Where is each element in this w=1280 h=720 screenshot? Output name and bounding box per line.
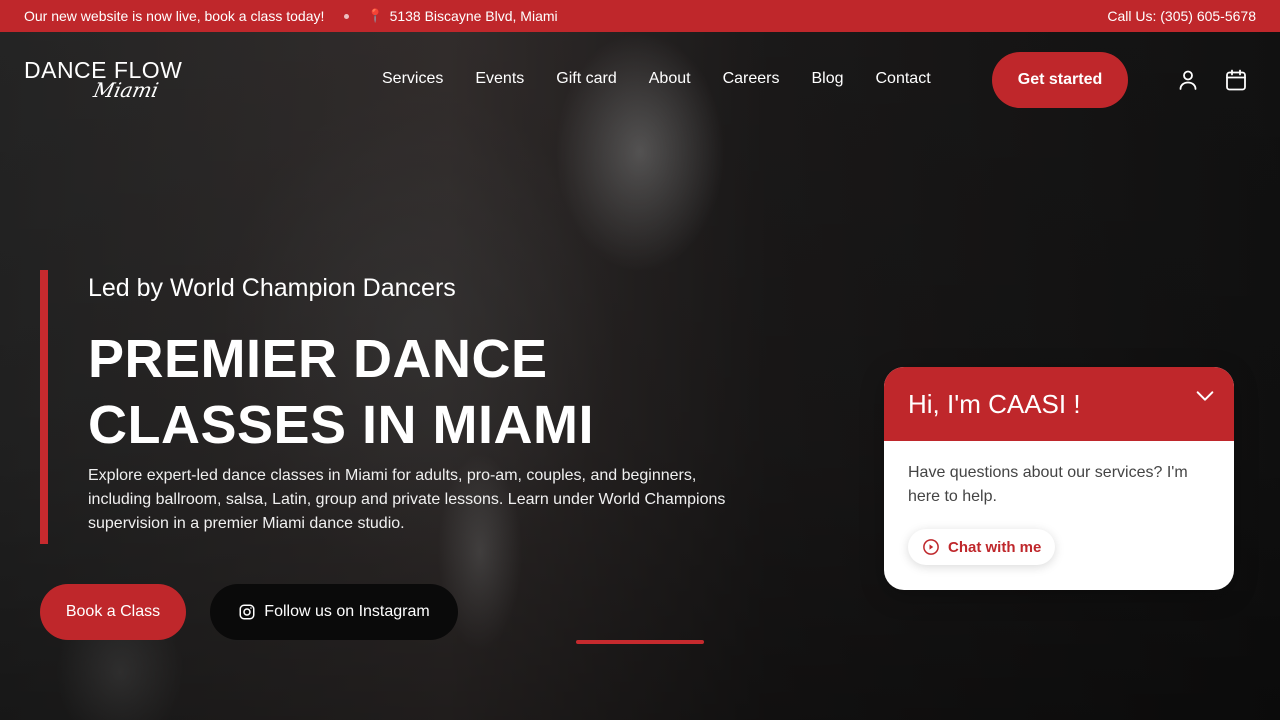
logo[interactable]: DANCE FLOW Miami — [24, 58, 189, 104]
chevron-down-icon[interactable] — [1194, 385, 1216, 407]
chat-with-me-button[interactable]: Chat with me — [908, 529, 1056, 565]
play-circle-icon — [923, 539, 939, 555]
headline-line-2: CLASSES IN MIAMI — [88, 395, 595, 455]
address-text[interactable]: 5138 Biscayne Blvd, Miami — [390, 8, 558, 24]
nav-events[interactable]: Events — [475, 70, 524, 88]
announcement-text: Our new website is now live, book a clas… — [24, 8, 325, 24]
nav-about[interactable]: About — [649, 70, 691, 88]
announcement-bar: Our new website is now live, book a clas… — [0, 0, 1280, 32]
chat-body: Have questions about our services? I'm h… — [884, 441, 1234, 585]
nav-careers[interactable]: Careers — [723, 70, 780, 88]
nav-gift-card[interactable]: Gift card — [556, 70, 616, 88]
instagram-icon — [239, 604, 255, 620]
nav-services[interactable]: Services — [382, 70, 443, 88]
hero-accent-bar — [40, 270, 48, 544]
hero-description: Explore expert-led dance classes in Miam… — [88, 467, 726, 532]
instagram-button[interactable]: Follow us on Instagram — [210, 584, 458, 640]
slide-indicator[interactable] — [576, 640, 704, 644]
chat-message: Have questions about our services? I'm h… — [908, 464, 1188, 505]
nav-blog[interactable]: Blog — [811, 70, 843, 88]
hero-tagline: Led by World Champion Dancers — [88, 274, 456, 302]
chat-widget: Hi, I'm CAASI ! Have questions about our… — [884, 367, 1234, 590]
chat-header[interactable]: Hi, I'm CAASI ! — [884, 367, 1234, 441]
main-nav: Services Events Gift card About Careers … — [382, 70, 963, 88]
logo-script: Miami — [91, 78, 161, 102]
calendar-icon[interactable] — [1224, 68, 1248, 92]
headline-line-1: PREMIER DANCE — [88, 329, 548, 389]
user-icon[interactable] — [1176, 68, 1200, 92]
nav-contact[interactable]: Contact — [876, 70, 931, 88]
separator-dot — [344, 13, 350, 19]
site-header: DANCE FLOW Miami Services Events Gift ca… — [0, 32, 1280, 128]
chat-title: Hi, I'm CAASI ! — [908, 388, 1081, 419]
map-pin-icon: 📍 — [367, 8, 384, 23]
get-started-button[interactable]: Get started — [992, 52, 1128, 108]
book-class-button[interactable]: Book a Class — [40, 584, 186, 640]
chat-button-label: Chat with me — [948, 538, 1042, 556]
phone-link[interactable]: Call Us: (305) 605-5678 — [1107, 8, 1256, 24]
hero-headline: PREMIER DANCE CLASSES IN MIAMI — [88, 326, 788, 458]
instagram-button-label: Follow us on Instagram — [264, 603, 430, 620]
